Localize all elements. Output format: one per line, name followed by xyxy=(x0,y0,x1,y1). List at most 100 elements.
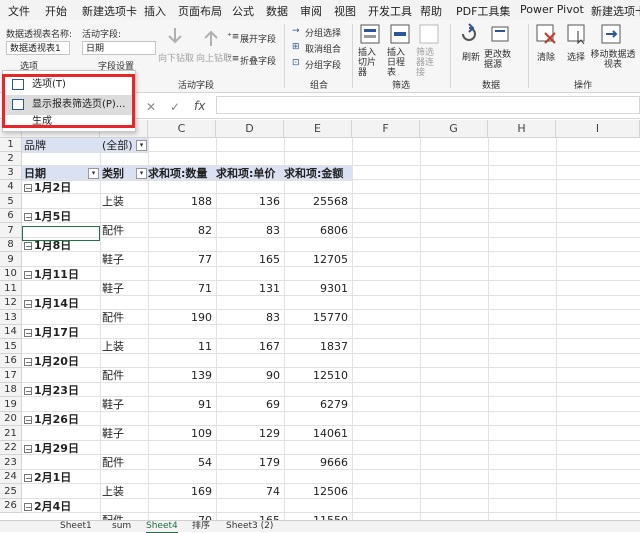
function-icon[interactable]: fx xyxy=(194,99,205,113)
pivot-amount-cell: 6806 xyxy=(320,224,348,237)
row-header[interactable]: 7 xyxy=(0,223,22,238)
select-button[interactable]: 选择 xyxy=(567,50,585,63)
row-header[interactable]: 14 xyxy=(0,325,22,339)
menu-item-show-filter-pages[interactable]: 显示报表筛选页(P)... xyxy=(4,95,134,115)
gridline xyxy=(22,280,640,281)
sheet-tab-sheet3-2[interactable]: Sheet3 (2) xyxy=(226,521,273,532)
change-source-button[interactable]: 更改数据源 xyxy=(484,50,518,70)
collapse-icon[interactable]: − xyxy=(24,184,32,193)
row-header[interactable]: 16 xyxy=(0,354,22,368)
row-header[interactable]: 26 xyxy=(0,499,22,513)
menu-item-getpivotdata[interactable]: 生成 GetPivotData(G) xyxy=(4,115,134,129)
move-pivot-icon xyxy=(601,24,621,44)
group-selection-button[interactable]: 分组选择 xyxy=(305,26,341,39)
active-field-input[interactable]: 日期 xyxy=(82,41,156,55)
date-filter-dropdown-icon[interactable]: ▾ xyxy=(88,168,99,179)
confirm-icon[interactable]: ✓ xyxy=(170,100,180,114)
row-header[interactable]: 3 xyxy=(0,166,22,180)
row-header[interactable]: 10 xyxy=(0,267,22,281)
tab-file[interactable]: 文件 xyxy=(8,3,30,19)
cancel-icon[interactable]: ✕ xyxy=(146,100,156,114)
row-header[interactable]: 2 xyxy=(0,152,22,166)
row-header[interactable]: 18 xyxy=(0,383,22,397)
collapse-icon[interactable]: − xyxy=(24,416,32,425)
insert-timeline-button[interactable]: 插入日程表 xyxy=(387,48,411,78)
row-header[interactable]: 11 xyxy=(0,281,22,296)
row-header[interactable]: 22 xyxy=(0,441,22,455)
row-header[interactable]: 8 xyxy=(0,238,22,252)
pivot-name-input[interactable]: 数据透视表1 xyxy=(6,41,70,55)
gridline xyxy=(22,324,640,325)
sheet-tab-sum[interactable]: sum xyxy=(112,521,131,532)
worksheet-grid[interactable]: 品牌 (全部) ▾ 日期 ▾ 类别 ▾ 求和项:数量 求和项:单价 求和项:金额… xyxy=(22,138,640,520)
collapse-icon[interactable]: − xyxy=(24,445,32,454)
column-header-e[interactable]: E xyxy=(284,120,352,138)
row-header[interactable]: 4 xyxy=(0,180,22,194)
row-header[interactable]: 19 xyxy=(0,397,22,412)
row-header[interactable]: 12 xyxy=(0,296,22,310)
tab-formulas[interactable]: 公式 xyxy=(232,3,254,19)
tab-new-2[interactable]: 新建选项卡 xyxy=(591,3,640,19)
menu-item-options[interactable]: 选项(T) xyxy=(4,75,134,95)
row-header[interactable]: 17 xyxy=(0,368,22,383)
formula-input[interactable] xyxy=(216,96,640,114)
collapse-icon[interactable]: − xyxy=(24,242,32,251)
sheet-tab-sheet1[interactable]: Sheet1 xyxy=(60,521,92,532)
tab-review[interactable]: 审阅 xyxy=(300,3,322,19)
category-filter-dropdown-icon[interactable]: ▾ xyxy=(136,168,147,179)
column-header-h[interactable]: H xyxy=(488,120,556,138)
drill-down-button[interactable]: 向下钻取 xyxy=(158,51,194,64)
clear-button[interactable]: 清除 xyxy=(537,50,555,63)
collapse-icon[interactable]: − xyxy=(24,503,32,512)
tab-pdf[interactable]: PDF工具集 xyxy=(456,3,510,19)
tab-view[interactable]: 视图 xyxy=(334,3,356,19)
tab-developer[interactable]: 开发工具 xyxy=(368,3,412,19)
sheet-tab-sort[interactable]: 排序 xyxy=(192,521,210,532)
column-header-c[interactable]: C xyxy=(148,120,216,138)
ungroup-button[interactable]: 取消组合 xyxy=(305,42,341,55)
collapse-icon[interactable]: − xyxy=(24,329,32,338)
tab-help[interactable]: 帮助 xyxy=(420,3,442,19)
tab-home[interactable]: 开始 xyxy=(45,3,67,19)
refresh-button[interactable]: 刷新 xyxy=(462,50,480,63)
collapse-icon[interactable]: − xyxy=(24,213,32,222)
filter-connections-icon xyxy=(419,24,439,44)
row-header[interactable]: 21 xyxy=(0,426,22,441)
tab-page-layout[interactable]: 页面布局 xyxy=(178,3,222,19)
row-header[interactable]: 23 xyxy=(0,455,22,470)
collapse-icon[interactable]: − xyxy=(24,358,32,367)
row-header[interactable]: 20 xyxy=(0,412,22,426)
tab-power-pivot[interactable]: Power Pivot xyxy=(520,3,584,16)
column-header-g[interactable]: G xyxy=(420,120,488,138)
pivot-quantity-cell: 188 xyxy=(191,195,212,208)
row-header[interactable]: 13 xyxy=(0,310,22,325)
tab-insert[interactable]: 插入 xyxy=(144,3,166,19)
active-cell-a7[interactable] xyxy=(22,226,100,241)
tab-new-1[interactable]: 新建选项卡 xyxy=(82,3,137,19)
row-header[interactable]: 15 xyxy=(0,339,22,354)
row-header[interactable]: 5 xyxy=(0,194,22,209)
row-header[interactable]: 9 xyxy=(0,252,22,267)
column-header-f[interactable]: F xyxy=(352,120,420,138)
filter-connections-button[interactable]: 筛选器连接 xyxy=(416,48,440,78)
row-header[interactable]: 25 xyxy=(0,484,22,499)
collapse-icon[interactable]: − xyxy=(24,300,32,309)
column-header-i[interactable]: I xyxy=(556,120,640,138)
row-header[interactable]: 1 xyxy=(0,138,22,152)
insert-slicer-button[interactable]: 插入切片器 xyxy=(358,48,382,78)
row-header[interactable]: 24 xyxy=(0,470,22,484)
collapse-field-button[interactable]: 折叠字段 xyxy=(240,54,276,67)
sheet-tab-sheet4[interactable]: Sheet4 xyxy=(146,521,178,533)
filter-dropdown-icon[interactable]: ▾ xyxy=(136,140,147,151)
expand-field-icon: ⁺≡ xyxy=(227,32,240,42)
collapse-icon[interactable]: − xyxy=(24,474,32,483)
move-pivot-button[interactable]: 移动数据透视表 xyxy=(589,50,637,70)
row-header[interactable]: 6 xyxy=(0,209,22,223)
group-field-button[interactable]: 分组字段 xyxy=(305,58,341,71)
tab-data[interactable]: 数据 xyxy=(266,3,288,19)
column-header-d[interactable]: D xyxy=(216,120,284,138)
collapse-icon[interactable]: − xyxy=(24,387,32,396)
expand-field-button[interactable]: 展开字段 xyxy=(240,32,276,45)
gridline xyxy=(22,440,640,441)
collapse-icon[interactable]: − xyxy=(24,271,32,280)
